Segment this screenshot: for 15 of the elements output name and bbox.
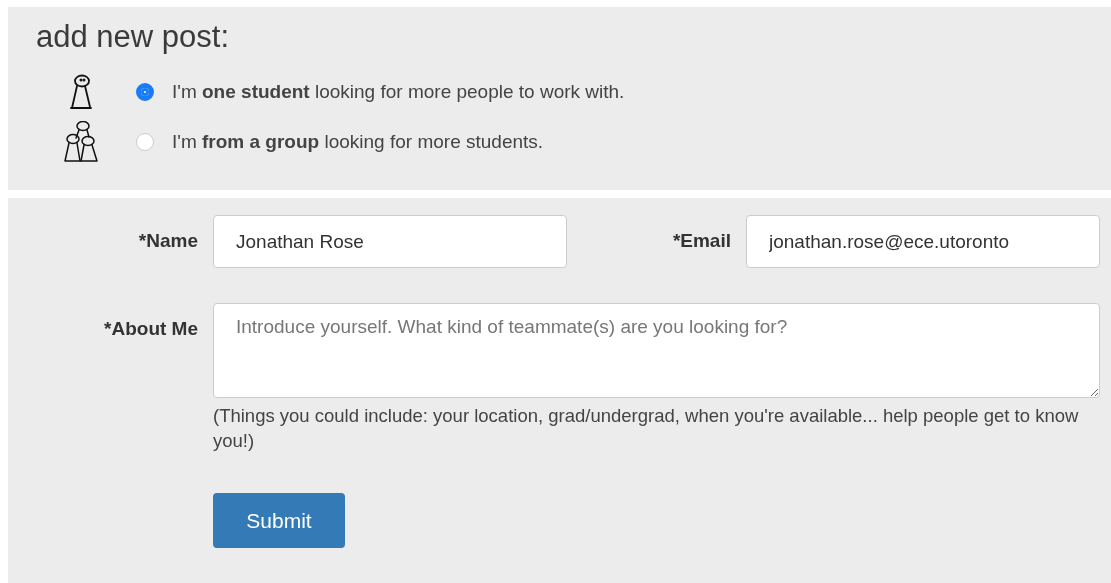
stick-figure-icon	[69, 74, 93, 110]
submit-button[interactable]: Submit	[213, 493, 345, 548]
name-field[interactable]: Jonathan Rose	[213, 215, 567, 268]
email-field[interactable]: jonathan.rose@ece.utoronto	[746, 215, 1100, 268]
about-me-field[interactable]: Introduce yourself. What kind of teammate(s) are you looking for?	[213, 303, 1100, 398]
field-label: *Name	[138, 229, 198, 252]
help-text: (Things you could include: your location, grad/undergrad, when you're available... help people get to know you!)	[212, 404, 1080, 453]
group-figures-icon	[63, 121, 99, 163]
field-label: *Email	[672, 229, 731, 252]
field-label: *About Me	[104, 317, 198, 340]
radio-button[interactable]	[136, 83, 154, 101]
radio-button[interactable]	[136, 133, 154, 151]
option-label: I'm one student looking for more people to work with.	[172, 81, 625, 103]
page-heading: add new post:	[36, 19, 231, 55]
option-label: I'm from a group looking for more students.	[172, 131, 544, 153]
